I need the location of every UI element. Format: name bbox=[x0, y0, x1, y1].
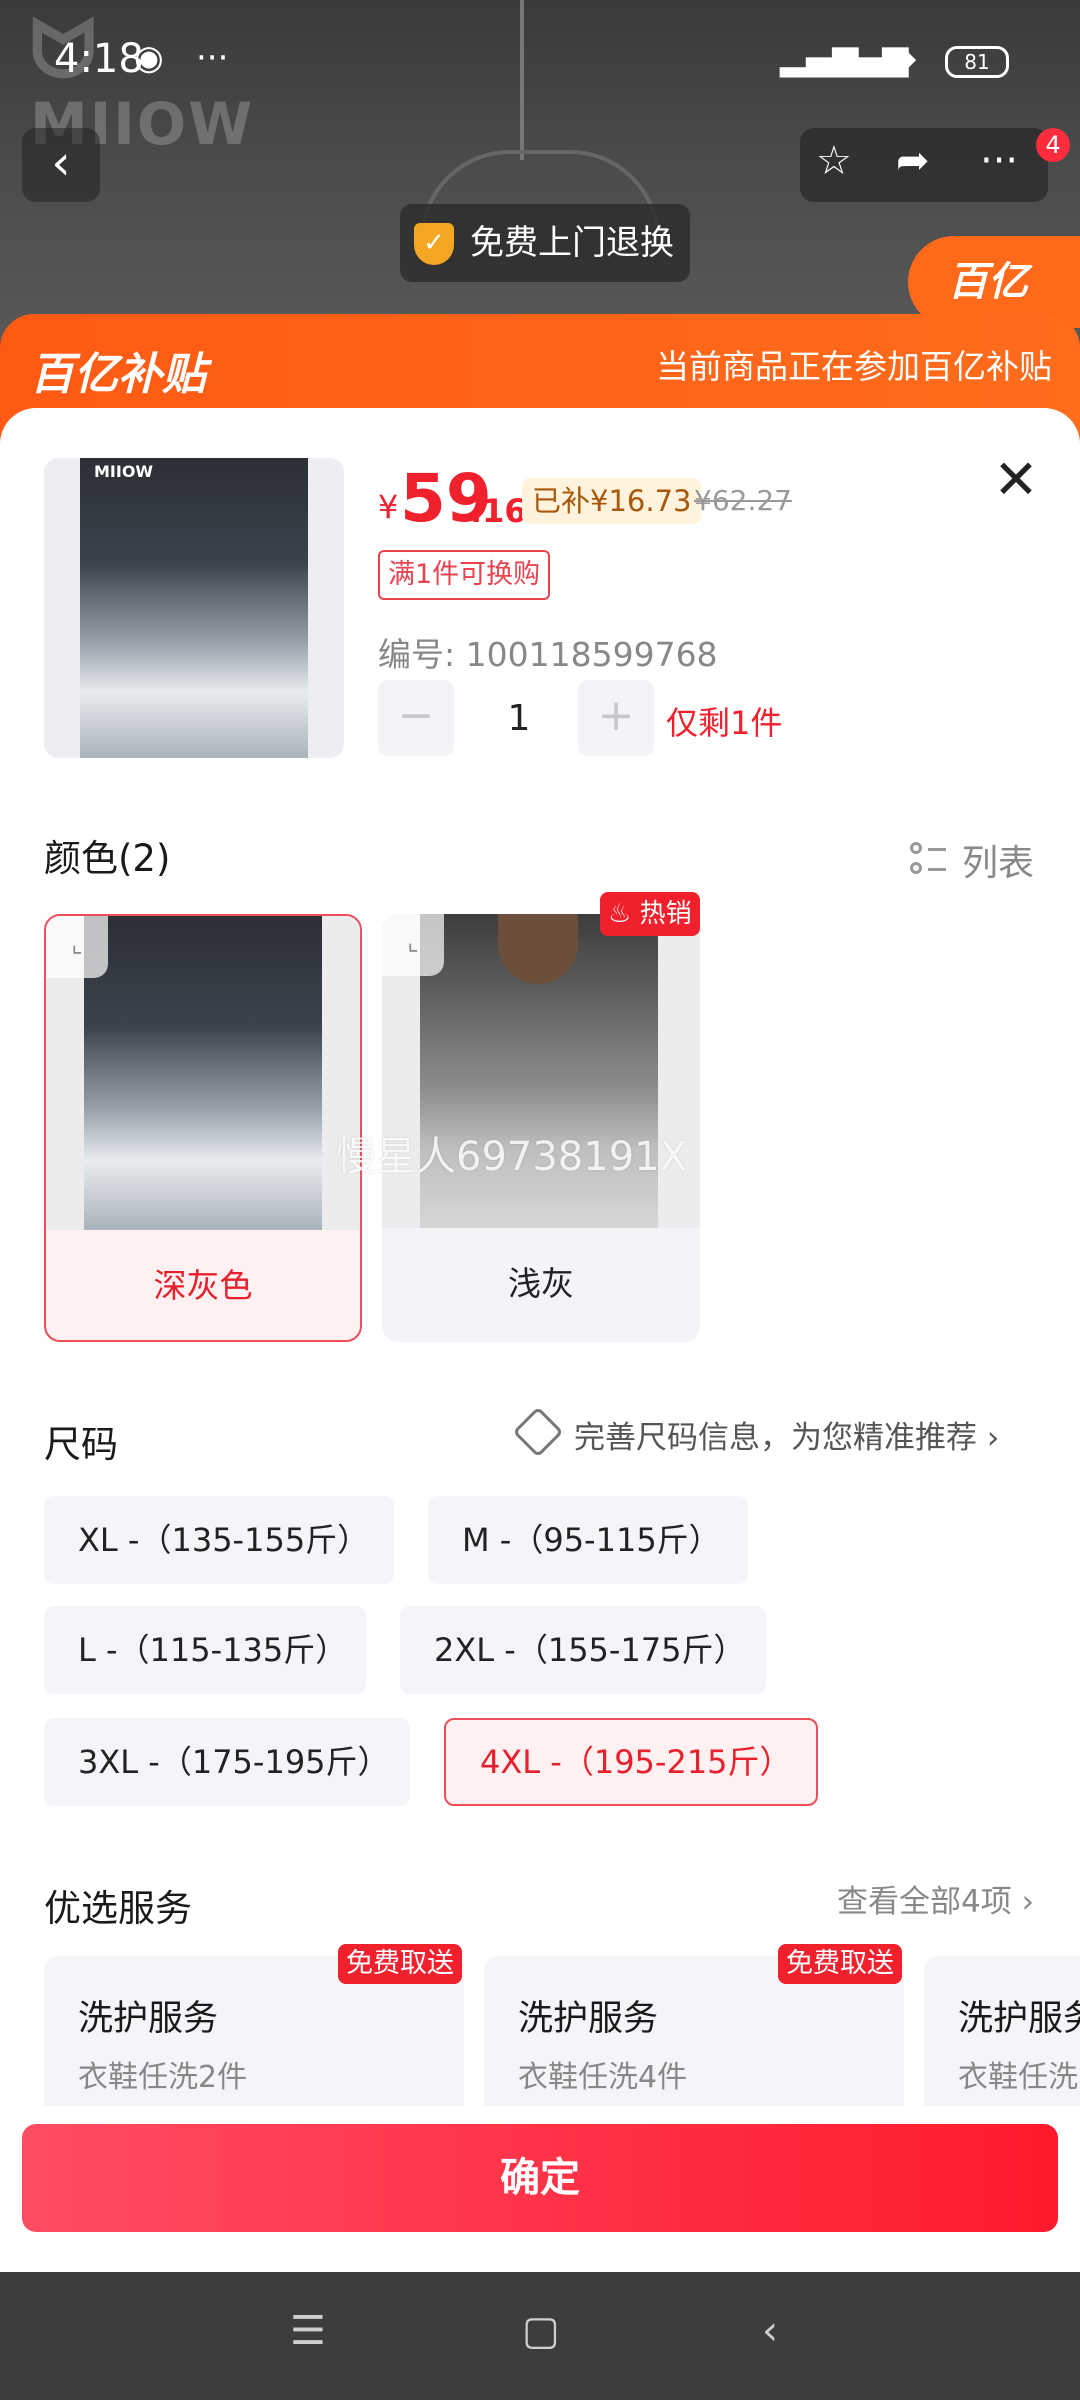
chevron-right-icon: › bbox=[986, 1420, 1000, 1456]
list-view-icon[interactable] bbox=[910, 840, 946, 876]
service-name: 洗护服务 bbox=[958, 1999, 1080, 2039]
home-icon[interactable]: ▢ bbox=[522, 2308, 560, 2354]
expand-icon[interactable]: ⌞ bbox=[382, 914, 444, 976]
list-view-toggle[interactable]: 列表 bbox=[962, 834, 1034, 886]
expand-icon[interactable]: ⌞ bbox=[46, 916, 108, 978]
quantity-decrease-button[interactable]: − bbox=[378, 680, 454, 756]
service-name: 洗护服务 bbox=[78, 1999, 219, 2039]
brand-logo: MIIOW bbox=[94, 462, 154, 481]
star-icon[interactable]: ☆ bbox=[816, 138, 852, 184]
wifi-icon: ◆ bbox=[890, 38, 917, 78]
hot-sale-badge: ♨ 热销 bbox=[600, 892, 700, 936]
size-recommend-link[interactable]: 完善尺码信息，为您精准推荐 › bbox=[574, 1412, 999, 1457]
shield-check-icon: ✓ bbox=[414, 223, 454, 265]
stock-remaining: 仅剩1件 bbox=[666, 704, 783, 742]
status-bar: 4:18 ◉ ··· ▂▄▆ ▂▄▆ ◆ 81 bbox=[0, 0, 1080, 120]
alarm-icon: ◉ bbox=[134, 38, 164, 78]
size-option-l[interactable]: L -（115-135斤） bbox=[44, 1606, 366, 1694]
service-description: 衣鞋任洗 bbox=[958, 2060, 1078, 2095]
sku-selector-sheet: MIIOW ¥ 59 .16 已补¥16.73 ¥62.27 ✕ 满1件可换购 … bbox=[0, 408, 1080, 2272]
more-icon[interactable]: ··· bbox=[980, 138, 1018, 184]
view-all-services-link[interactable]: 查看全部4项 › bbox=[837, 1876, 1034, 1921]
ruler-icon bbox=[512, 1406, 564, 1458]
confirm-bar: 确定 bbox=[0, 2106, 1080, 2272]
size-option-4xl[interactable]: 4XL -（195-215斤） bbox=[444, 1718, 818, 1806]
free-return-banner: ✓ 免费上门退换 bbox=[400, 204, 690, 282]
quantity-increase-button[interactable]: + bbox=[578, 680, 654, 756]
free-pickup-badge: 免费取送 bbox=[338, 1944, 462, 1984]
confirm-button[interactable]: 确定 bbox=[22, 2124, 1058, 2232]
color-option-label: 深灰色 bbox=[153, 1266, 253, 1305]
system-navigation-bar: ☰ ▢ ‹ bbox=[0, 2272, 1080, 2400]
free-pickup-badge: 免费取送 bbox=[778, 1944, 902, 1984]
color-option-dark-gray[interactable]: ⌞ 深灰色 bbox=[44, 914, 362, 1342]
tshirt-image bbox=[80, 458, 308, 758]
close-icon[interactable]: ✕ bbox=[988, 452, 1044, 508]
quantity-value[interactable]: 1 bbox=[476, 698, 562, 739]
cart-count-badge: 4 bbox=[1036, 128, 1070, 162]
size-option-2xl[interactable]: 2XL -（155-175斤） bbox=[400, 1606, 766, 1694]
price-currency: ¥ bbox=[378, 488, 399, 526]
subsidy-text: 当前商品正在参加百亿补贴 bbox=[656, 347, 1052, 386]
service-card[interactable]: 洗护服务 衣鞋任洗 bbox=[924, 1956, 1080, 2116]
price-decimal: .16 bbox=[470, 492, 527, 530]
more-notifications: ··· bbox=[196, 38, 229, 78]
color-option-label: 浅灰 bbox=[508, 1264, 574, 1303]
user-watermark: 慢星人69738191X bbox=[336, 1134, 687, 1180]
flame-icon: ♨ bbox=[608, 899, 632, 929]
subsidy-amount-badge: 已补¥16.73 bbox=[522, 478, 702, 524]
chevron-right-icon: › bbox=[1021, 1884, 1034, 1920]
sku-id: 编号: 100118599768 bbox=[378, 635, 718, 674]
size-option-xl[interactable]: XL -（135-155斤） bbox=[44, 1496, 394, 1584]
size-section-title: 尺码 bbox=[44, 1423, 118, 1466]
promo-tag: 满1件可换购 bbox=[378, 550, 551, 600]
service-description: 衣鞋任洗2件 bbox=[78, 2060, 248, 2095]
share-icon[interactable]: ➦ bbox=[896, 138, 930, 184]
service-section-title: 优选服务 bbox=[44, 1887, 192, 1930]
size-option-m[interactable]: M -（95-115斤） bbox=[428, 1496, 748, 1584]
service-name: 洗护服务 bbox=[518, 1999, 659, 2039]
chevron-left-icon: ‹ bbox=[51, 135, 71, 191]
service-description: 衣鞋任洗4件 bbox=[518, 2060, 688, 2095]
battery-indicator: 81 bbox=[945, 46, 1009, 78]
subsidy-logo: 百亿补贴 bbox=[30, 349, 206, 400]
top-actions: ☆ ➦ ··· bbox=[800, 128, 1048, 202]
color-section-title: 颜色(2) bbox=[44, 837, 171, 880]
product-thumbnail[interactable]: MIIOW bbox=[44, 458, 344, 758]
menu-icon[interactable]: ☰ bbox=[290, 2308, 326, 2354]
clock: 4:18 bbox=[54, 36, 144, 82]
back-button[interactable]: ‹ bbox=[22, 128, 100, 202]
original-price: ¥62.27 bbox=[694, 484, 792, 517]
size-option-3xl[interactable]: 3XL -（175-195斤） bbox=[44, 1718, 410, 1806]
back-icon[interactable]: ‹ bbox=[762, 2308, 778, 2354]
tshirt-image bbox=[84, 916, 322, 1230]
